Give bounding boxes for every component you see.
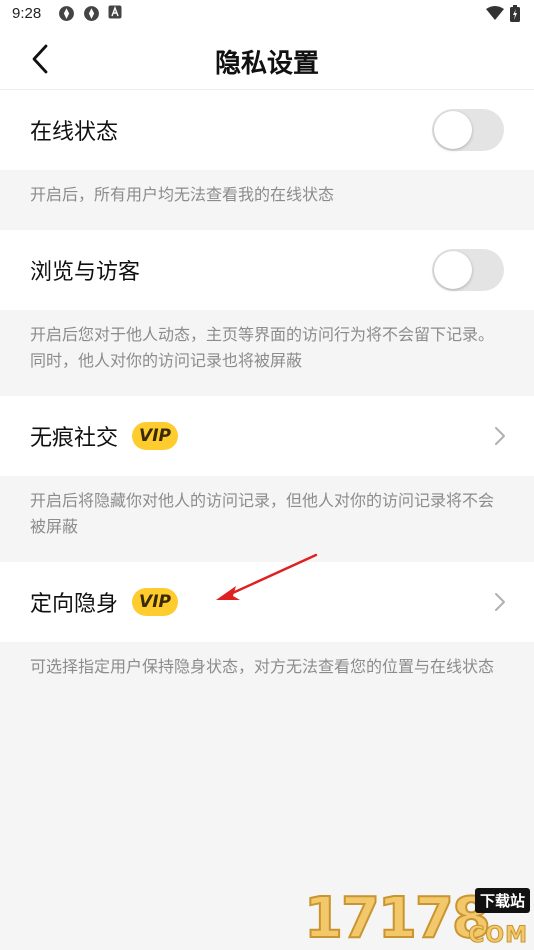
setting-label: 定向隐身 <box>30 592 119 617</box>
system-icons <box>486 5 520 22</box>
status-time: 9:28 <box>12 5 42 22</box>
status-bar: 9:28 <box>0 0 534 28</box>
wifi-icon <box>486 6 504 20</box>
browse-visitors-toggle[interactable] <box>432 249 504 291</box>
watermark-tag: 下载站 <box>474 888 530 913</box>
red-pointer-arrow-icon <box>216 553 318 600</box>
notification-icons <box>58 5 122 22</box>
page-title: 隐私设置 <box>214 49 319 79</box>
app-notification-icon <box>84 6 99 21</box>
font-a-icon <box>108 5 122 19</box>
setting-label: 无痕社交 <box>30 426 119 451</box>
site-watermark-logo: 17178 下载站 COM <box>303 886 530 950</box>
app-notification-icon <box>59 6 74 21</box>
setting-label: 在线状态 <box>30 120 119 145</box>
vip-badge: VIP <box>132 588 179 616</box>
setting-description: 开启后您对于他人动态，主页等界面的访问行为将不会留下记录。同时，他人对你的访问记… <box>30 325 495 370</box>
watermark-number: 17178 <box>303 886 492 950</box>
chevron-right-icon <box>495 427 505 445</box>
setting-description: 开启后，所有用户均无法查看我的在线状态 <box>30 185 335 204</box>
toggle-knob <box>434 251 472 289</box>
setting-description: 可选择指定用户保持隐身状态，对方无法查看您的位置与在线状态 <box>30 657 495 676</box>
vip-badge: VIP <box>132 422 179 450</box>
setting-description: 开启后将隐藏你对他人的访问记录，但他人对你的访问记录将不会被屏蔽 <box>30 491 495 536</box>
online-status-row[interactable]: 在线状态 <box>0 90 534 170</box>
nav-header: 隐私设置 <box>0 28 534 90</box>
watermark-suffix: COM <box>468 923 528 949</box>
battery-charging-icon <box>510 5 520 22</box>
setting-label: 浏览与访客 <box>30 260 141 285</box>
chevron-right-icon <box>495 593 505 611</box>
online-status-toggle[interactable] <box>432 109 504 151</box>
toggle-knob <box>434 111 472 149</box>
browse-visitors-row[interactable]: 浏览与访客 <box>0 230 534 310</box>
traceless-social-row[interactable]: 无痕社交 VIP <box>0 396 534 476</box>
